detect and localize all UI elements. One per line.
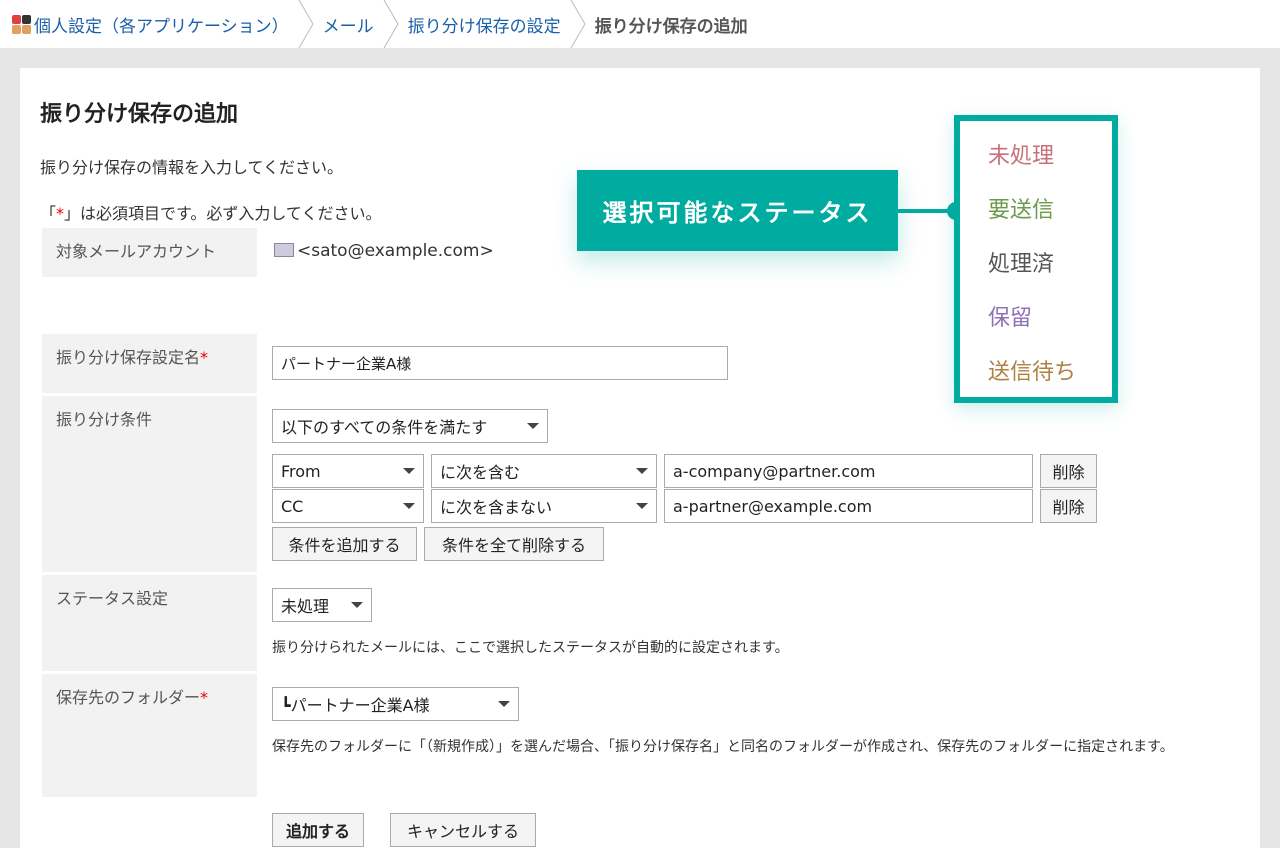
chevron-down-icon [403, 468, 415, 474]
app-logo-icon [12, 14, 31, 34]
status-label: ステータス設定 [42, 575, 257, 671]
required-note-prefix: 「 [40, 204, 57, 223]
chevron-down-icon [351, 602, 363, 608]
name-label-text: 振り分け保存設定名 [56, 348, 201, 367]
chevron-down-icon [527, 423, 539, 429]
breadcrumb-personal-settings[interactable]: 個人設定（各アプリケーション） [34, 0, 289, 48]
required-mark: * [200, 348, 209, 367]
required-mark: * [56, 204, 65, 223]
condition-field-value: CC [281, 496, 304, 516]
status-option: 要送信 [988, 198, 1055, 223]
condition-operator-select[interactable]: に次を含む [431, 454, 657, 488]
folder-value: ┗パートナー企業A様 [281, 696, 430, 715]
status-option: 未処理 [988, 144, 1055, 169]
breadcrumb-current: 振り分け保存の追加 [594, 16, 748, 37]
cancel-button[interactable]: キャンセルする [390, 813, 536, 847]
clear-conditions-button[interactable]: 条件を全て削除する [424, 527, 604, 561]
folder-note: 保存先のフォルダーに「（新規作成）」を選んだ場合、「振り分け保存名」と同名のフォ… [272, 739, 1174, 755]
condition-operator-value: に次を含む [440, 463, 521, 482]
status-note: 振り分けられたメールには、ここで選択したステータスが自動的に設定されます。 [272, 640, 789, 656]
condition-operator-select[interactable]: に次を含まない [431, 489, 657, 523]
status-callout-label: 選択可能なステータス [577, 170, 898, 251]
condition-value-input[interactable]: a-company@partner.com [664, 454, 1033, 488]
condition-operator-value: に次を含まない [440, 498, 553, 517]
folder-label: 保存先のフォルダー* [42, 674, 257, 797]
page-title: 振り分け保存の追加 [40, 102, 239, 127]
breadcrumb-filter-settings[interactable]: 振り分け保存の設定 [408, 0, 561, 48]
status-value: 未処理 [281, 597, 330, 616]
chevron-down-icon [636, 468, 648, 474]
status-select[interactable]: 未処理 [272, 588, 372, 622]
folder-label-text: 保存先のフォルダー [56, 688, 201, 707]
add-condition-button[interactable]: 条件を追加する [272, 527, 417, 561]
submit-button[interactable]: 追加する [272, 813, 364, 847]
required-mark: * [200, 688, 209, 707]
status-option: 保留 [988, 306, 1033, 331]
name-label: 振り分け保存設定名* [42, 334, 257, 393]
required-note-suffix: 」は必須項目です。必ず入力してください。 [64, 204, 382, 223]
condition-field-select[interactable]: CC [272, 489, 424, 523]
status-list-callout: 未処理 要送信 処理済 保留 送信待ち [954, 115, 1118, 403]
account-label: 対象メールアカウント [42, 228, 257, 277]
conditions-label: 振り分け条件 [42, 396, 257, 572]
chevron-down-icon [403, 503, 415, 509]
status-option: 送信待ち [988, 360, 1077, 385]
account-value: <sato@example.com> [274, 241, 494, 261]
folder-select[interactable]: ┗パートナー企業A様 [272, 687, 519, 721]
breadcrumb-separator [383, 0, 399, 48]
required-note: 「*」は必須項目です。必ず入力してください。 [40, 200, 381, 224]
breadcrumb-separator [298, 0, 314, 48]
breadcrumb-mail[interactable]: メール [323, 0, 374, 48]
mail-account-icon [274, 243, 294, 257]
match-type-select[interactable]: 以下のすべての条件を満たす [272, 409, 548, 443]
delete-condition-button[interactable]: 削除 [1040, 454, 1097, 488]
account-email: <sato@example.com> [297, 241, 494, 261]
match-type-value: 以下のすべての条件を満たす [281, 418, 488, 437]
filter-name-input[interactable]: パートナー企業A様 [272, 346, 728, 380]
chevron-down-icon [636, 503, 648, 509]
condition-field-value: From [281, 461, 321, 481]
condition-value-input[interactable]: a-partner@example.com [664, 489, 1033, 523]
breadcrumb: 個人設定（各アプリケーション） メール 振り分け保存の設定 振り分け保存の追加 [0, 0, 1280, 48]
intro-text: 振り分け保存の情報を入力してください。 [40, 158, 344, 177]
condition-field-select[interactable]: From [272, 454, 424, 488]
chevron-down-icon [498, 701, 510, 707]
status-option: 処理済 [988, 252, 1055, 277]
delete-condition-button[interactable]: 削除 [1040, 489, 1097, 523]
breadcrumb-separator [570, 0, 586, 48]
